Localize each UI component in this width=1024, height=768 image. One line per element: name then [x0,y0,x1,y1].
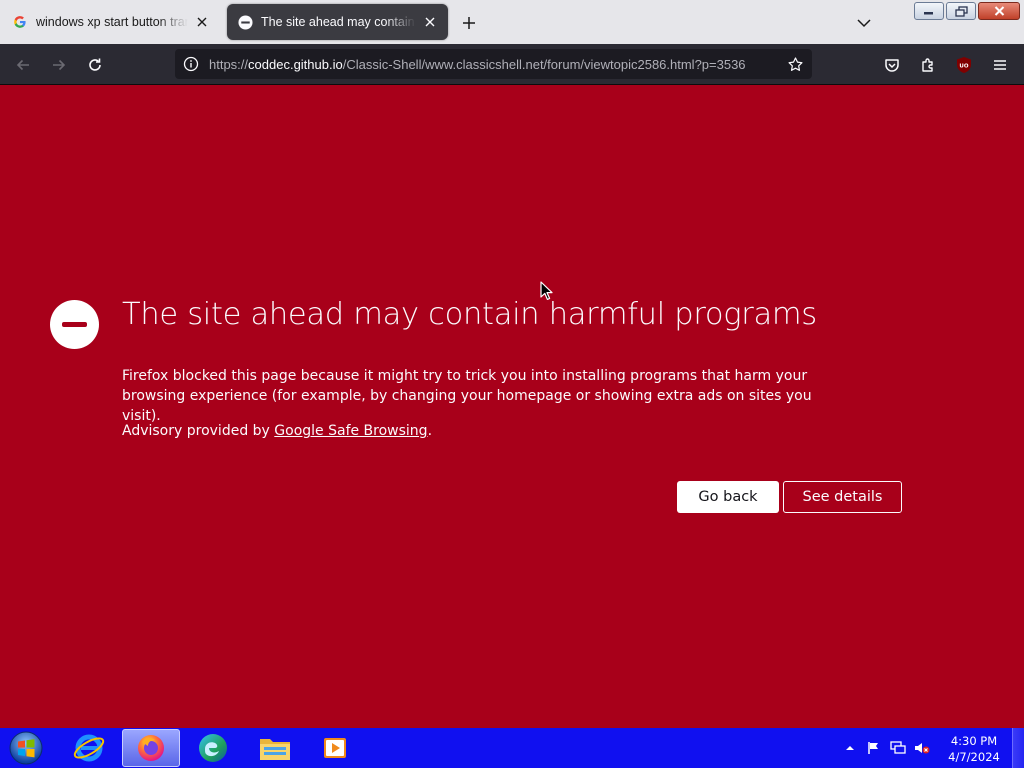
clock-time: 4:30 PM [950,734,998,748]
bookmark-star-icon[interactable] [778,49,812,79]
taskbar-internet-explorer[interactable] [60,729,118,767]
ublock-icon[interactable]: UO [951,52,977,78]
start-button[interactable] [6,729,46,767]
url-host: coddec.github.io [248,56,343,72]
firefox-icon [138,735,164,761]
new-tab-button[interactable] [458,12,480,34]
menu-icon[interactable] [987,52,1013,78]
error-description: Firefox blocked this page because it mig… [122,368,812,424]
back-button[interactable] [10,52,36,78]
address-bar[interactable]: https://coddec.github.io/Classic-Shell/w… [175,49,812,79]
taskbar-clock[interactable]: 4:30 PM 4/7/2024 [946,733,1002,765]
extensions-icon[interactable] [915,52,941,78]
action-center-flag-icon[interactable] [866,740,882,756]
pocket-icon[interactable] [879,52,905,78]
url-scheme: https:// [209,56,249,72]
tab-strip: windows xp start button transparent - Go… [0,0,1024,44]
ublock-label: UO [959,64,968,70]
clock-date: 4/7/2024 [948,750,1000,764]
close-tab-icon[interactable] [194,14,210,30]
taskbar-file-explorer[interactable] [246,729,304,767]
network-icon[interactable] [890,740,906,756]
taskbar-media-player[interactable] [306,729,364,767]
system-tray [842,728,930,768]
show-hidden-icons[interactable] [842,740,858,756]
show-desktop-button[interactable] [1012,728,1024,768]
advisory-suffix: . [427,423,433,439]
tab-title: windows xp start button transparent - Go… [36,15,188,29]
windows-logo-icon [9,731,43,765]
taskbar-edge[interactable] [184,729,242,767]
navigation-toolbar: https://coddec.github.io/Classic-Shell/w… [0,44,1024,85]
taskbar: 4:30 PM 4/7/2024 [0,728,1024,768]
url-path: /Classic-Shell/www.classicshell.net/foru… [342,56,746,72]
advisory-prefix: Advisory provided by [122,423,275,439]
volume-muted-icon[interactable] [914,740,930,756]
advisory-text: Advisory provided by Google Safe Browsin… [122,421,432,441]
forward-button[interactable] [46,52,72,78]
tab-title: The site ahead may contain harmful progr… [261,15,416,29]
taskbar-firefox[interactable] [122,729,180,767]
see-details-button[interactable]: See details [783,481,902,513]
minimize-button[interactable] [914,2,944,20]
tab-google-search[interactable]: windows xp start button transparent - Go… [2,4,220,40]
list-all-tabs-button[interactable] [852,12,876,34]
reload-button[interactable] [82,52,108,78]
file-explorer-icon [260,739,290,760]
page-title: The site ahead may contain harmful progr… [122,297,817,332]
google-icon [12,14,28,30]
media-player-icon [324,738,346,758]
edge-icon [199,734,227,762]
go-back-button[interactable]: Go back [677,481,779,513]
window-controls [914,2,1020,20]
info-icon[interactable] [175,49,207,79]
tab-blocked-site[interactable]: The site ahead may contain harmful progr… [227,4,448,40]
close-tab-icon[interactable] [422,14,438,30]
close-window-button[interactable] [978,2,1020,20]
mouse-cursor-icon [540,281,553,300]
internet-explorer-icon [73,734,105,762]
blocked-icon [237,14,253,30]
restore-button[interactable] [946,2,976,20]
google-safe-browsing-link[interactable]: Google Safe Browsing [274,423,427,439]
url-text[interactable]: https://coddec.github.io/Classic-Shell/w… [207,57,778,72]
blocked-site-icon [50,300,99,349]
